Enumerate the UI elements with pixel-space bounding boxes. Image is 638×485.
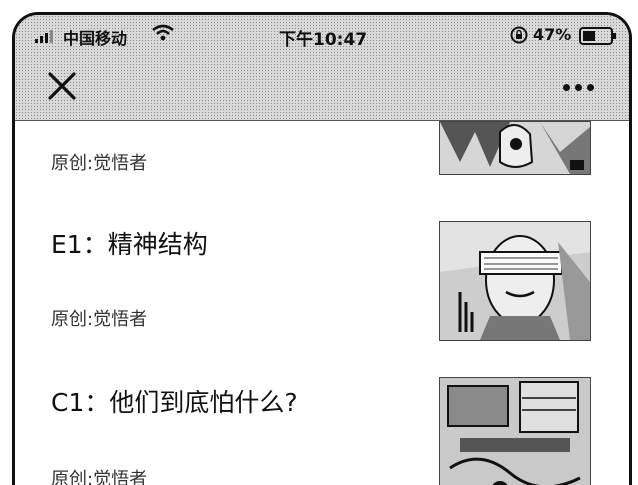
carrier-name: 中国移动 <box>63 29 128 48</box>
orientation-lock-icon <box>509 25 529 49</box>
more-button[interactable] <box>563 79 603 95</box>
article-author: 原创:觉悟者 <box>51 153 148 174</box>
more-icon-dot <box>587 83 594 91</box>
wifi-icon <box>151 24 175 46</box>
article-item[interactable]: E1：精神结构 原创:觉悟者 <box>15 209 629 341</box>
status-bar: 中国移动 下午10:47 47% <box>15 21 629 51</box>
more-icon-dot <box>575 83 582 91</box>
battery-fill <box>583 31 595 41</box>
article-author: 原创:觉悟者 <box>51 469 148 485</box>
status-time: 下午10:47 <box>279 30 368 50</box>
battery-percent: 47% <box>533 25 572 44</box>
article-thumbnail <box>439 377 591 485</box>
more-icon-dot <box>563 83 570 91</box>
article-item[interactable]: 原创:觉悟者 <box>15 121 629 191</box>
app-header: 中国移动 下午10:47 47% <box>15 15 629 121</box>
article-author: 原创:觉悟者 <box>51 309 148 330</box>
close-icon <box>48 72 76 100</box>
article-title: E1：精神结构 <box>51 230 208 259</box>
article-thumbnail <box>439 121 591 175</box>
article-item[interactable]: C1：他们到底怕什么? 原创:觉悟者 <box>15 367 629 485</box>
battery-cap <box>613 33 616 39</box>
signal-icon <box>35 30 53 43</box>
article-title: C1：他们到底怕什么? <box>51 388 298 417</box>
phone-frame: 中国移动 下午10:47 47% 原创:觉悟者 E1：精神结构 原创:觉悟者 C… <box>12 12 632 485</box>
battery-icon <box>579 27 613 45</box>
article-thumbnail <box>439 221 591 341</box>
close-button[interactable] <box>45 69 79 103</box>
